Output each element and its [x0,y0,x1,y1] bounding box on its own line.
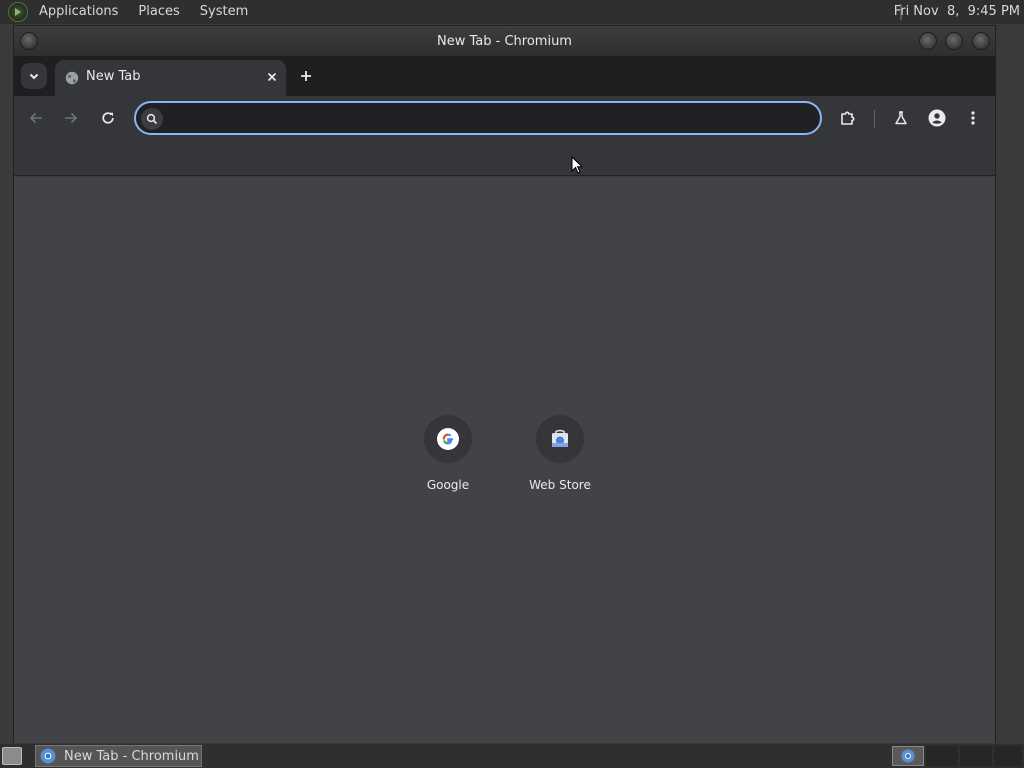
browser-window: New Tab - Chromium New Tab Google Web St… [13,25,996,743]
tab-search-button[interactable] [21,63,47,89]
reload-button[interactable] [96,106,120,130]
search-icon [141,108,163,130]
chevron-down-icon [29,73,39,80]
tab-title: New Tab [86,69,141,84]
workspace-1[interactable] [892,746,924,766]
maximize-button[interactable] [945,32,963,50]
back-button[interactable] [24,106,48,130]
chromium-icon [40,748,56,764]
places-menu[interactable]: Places [131,0,186,24]
toolbar [14,96,995,141]
shortcut-tile [424,415,472,463]
close-tab-button[interactable] [264,69,280,85]
arrow-left-icon [29,112,42,124]
shortcut-tile [536,415,584,463]
shortcut-label: Google [426,478,470,492]
google-icon [437,428,459,450]
close-window-button[interactable] [972,32,990,50]
new-tab-page: Google Web Store [14,177,995,743]
taskbar-item-label: New Tab - Chromium [64,748,199,764]
new-tab-button[interactable] [294,64,318,88]
distro-logo-icon[interactable] [8,2,28,22]
toolbar-divider [874,110,875,128]
bottom-panel: New Tab - Chromium [0,744,1024,768]
address-input[interactable] [170,107,800,131]
top-panel: Applications Places System Fri Nov 8, 9:… [0,0,1024,24]
window-titlebar[interactable]: New Tab - Chromium [14,26,995,56]
workspace-3[interactable] [960,746,992,766]
plus-icon [301,71,311,81]
minimize-button[interactable] [919,32,937,50]
workspace-2[interactable] [926,746,958,766]
shortcut-google[interactable]: Google [392,413,504,525]
taskbar-item-chromium[interactable]: New Tab - Chromium [35,745,202,767]
flask-icon [895,111,907,125]
profile-button[interactable] [925,106,949,130]
tab-strip: New Tab [14,56,995,96]
shortcut-web-store[interactable]: Web Store [504,413,616,525]
mouse-cursor-icon [571,156,584,174]
omnibox[interactable] [134,101,822,135]
system-menu[interactable]: System [193,0,255,24]
labs-button[interactable] [889,106,913,130]
browser-menu-button[interactable] [961,106,985,130]
web-store-icon [552,429,568,447]
window-title: New Tab - Chromium [437,33,572,49]
tab-new-tab[interactable]: New Tab [55,60,286,96]
forward-button[interactable] [59,106,83,130]
window-menu-button[interactable] [20,32,38,50]
bookmarks-bar [14,141,995,176]
shortcut-label: Web Store [529,478,591,492]
globe-icon [65,71,79,85]
show-desktop-button[interactable] [2,747,22,765]
kebab-menu-icon [971,111,975,125]
close-icon [267,72,277,82]
reload-icon [102,112,114,124]
arrow-right-icon [65,112,78,124]
clock[interactable]: Fri Nov 8, 9:45 PM [894,0,1020,24]
extensions-button[interactable] [836,106,860,130]
avatar-icon [928,109,946,127]
puzzle-icon [841,111,855,125]
workspace-4[interactable] [994,746,1022,766]
applications-menu[interactable]: Applications [32,0,125,24]
chromium-icon [901,749,915,763]
